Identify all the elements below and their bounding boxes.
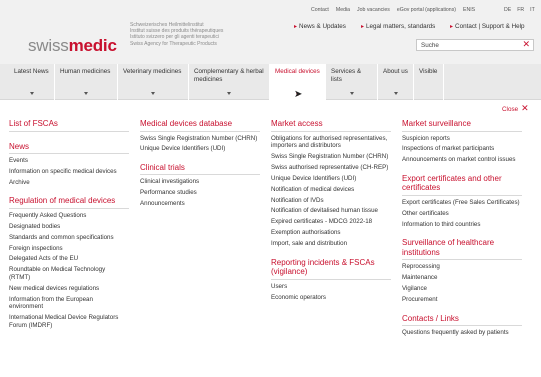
menu-link-procurement[interactable]: Procurement bbox=[402, 296, 522, 304]
menu-link-import-sale[interactable]: Import, sale and distribution bbox=[271, 240, 391, 248]
menu-heading-fscas[interactable]: List of FSCAs bbox=[9, 119, 129, 132]
close-menu-button[interactable]: Close ✕ bbox=[502, 103, 529, 114]
menu-link-delegated-acts[interactable]: Delegated Acts of the EU bbox=[9, 255, 121, 263]
clear-search-icon[interactable]: ✕ bbox=[522, 39, 530, 50]
menu-link-foreign-inspections[interactable]: Foreign inspections bbox=[9, 245, 121, 253]
menu-link-notification-devices[interactable]: Notification of medical devices bbox=[271, 186, 391, 194]
mouse-cursor-icon: ➤ bbox=[294, 89, 303, 100]
nav-tab-veterinary-medicines[interactable]: Veterinary medicines bbox=[118, 64, 189, 100]
menu-link-udi[interactable]: Unique Device Identifiers (UDI) bbox=[140, 145, 260, 153]
menu-link-suspicion-reports[interactable]: Suspicion reports bbox=[402, 135, 522, 143]
nav-tab-complementary-medicines[interactable]: Complementary & herbal medicines bbox=[189, 64, 270, 100]
menu-heading-news[interactable]: News bbox=[9, 142, 129, 154]
menu-link-new-regulations[interactable]: New medical devices regulations bbox=[9, 285, 121, 293]
menu-link-designated-bodies[interactable]: Designated bodies bbox=[9, 223, 121, 231]
menu-link-vigilance[interactable]: Vigilance bbox=[402, 285, 522, 293]
menu-link-faq[interactable]: Frequently Asked Questions bbox=[9, 212, 121, 220]
menu-link-users[interactable]: Users bbox=[271, 283, 391, 291]
chevron-down-icon bbox=[151, 92, 155, 95]
chevron-down-icon bbox=[349, 92, 354, 95]
menu-column-2: Medical devices database Swiss Single Re… bbox=[140, 119, 260, 211]
chevron-down-icon bbox=[393, 92, 398, 95]
menu-heading-vigilance[interactable]: Reporting incidents & FSCAs (vigilance) bbox=[271, 258, 391, 280]
arrow-right-icon: ▸ bbox=[294, 24, 298, 30]
menu-link-free-sales[interactable]: Export certificates (Free Sales Certific… bbox=[402, 199, 522, 207]
quicklink-legal[interactable]: ▸ Legal matters, standards bbox=[361, 23, 435, 30]
menu-link-third-countries[interactable]: Information to third countries bbox=[402, 221, 522, 229]
lang-it[interactable]: IT bbox=[530, 7, 535, 13]
lang-de[interactable]: DE bbox=[504, 7, 511, 13]
menu-link-reprocessing[interactable]: Reprocessing bbox=[402, 263, 522, 271]
service-link-jobs[interactable]: Job vacancies bbox=[357, 7, 390, 13]
main-navigation: Latest News Human medicines Veterinary m… bbox=[0, 64, 541, 101]
menu-link-announcements[interactable]: Announcements bbox=[140, 200, 260, 208]
service-link-contact[interactable]: Contact bbox=[311, 7, 329, 13]
menu-link-specific-devices[interactable]: Information on specific medical devices bbox=[9, 168, 121, 176]
nav-tab-services-lists[interactable]: Services & lists bbox=[326, 64, 378, 100]
quicklink-news[interactable]: ▸ News & Updates bbox=[294, 23, 346, 30]
menu-column-1: List of FSCAs News Events Information on… bbox=[9, 119, 129, 333]
menu-heading-market-surveillance[interactable]: Market surveillance bbox=[402, 119, 522, 132]
chevron-down-icon bbox=[29, 92, 34, 95]
arrow-right-icon: ▸ bbox=[450, 24, 454, 30]
menu-link-imdrf[interactable]: International Medical Device Regulators … bbox=[9, 314, 121, 329]
menu-link-chrn[interactable]: Swiss Single Registration Number (CHRN) bbox=[271, 153, 391, 161]
menu-heading-regulation[interactable]: Regulation of medical devices bbox=[9, 196, 129, 209]
menu-link-patient-faq[interactable]: Questions frequently asked by patients bbox=[402, 329, 522, 337]
menu-link-market-control[interactable]: Announcements on market control issues bbox=[402, 156, 522, 164]
menu-heading-database[interactable]: Medical devices database bbox=[140, 119, 260, 132]
menu-link-exemption-authorisations[interactable]: Exemption authorisations bbox=[271, 229, 391, 237]
menu-link-archive[interactable]: Archive bbox=[9, 179, 121, 187]
nav-tab-human-medicines[interactable]: Human medicines bbox=[55, 64, 118, 100]
search-input[interactable]: Suche ✕ bbox=[416, 39, 534, 51]
menu-link-expired-certificates[interactable]: Expired certificates - MDCG 2022-18 bbox=[271, 218, 391, 226]
nav-tab-latest-news[interactable]: Latest News bbox=[9, 64, 55, 100]
menu-link-events[interactable]: Events bbox=[9, 157, 121, 165]
menu-heading-contacts[interactable]: Contacts / Links bbox=[402, 314, 522, 327]
menu-link-devitalised-tissue[interactable]: Notification of devitalised human tissue bbox=[271, 207, 391, 215]
close-icon: ✕ bbox=[521, 103, 529, 113]
menu-link-other-certificates[interactable]: Other certificates bbox=[402, 210, 522, 218]
menu-column-3: Market access Obligations for authorised… bbox=[271, 119, 391, 304]
nav-tab-about-us[interactable]: About us bbox=[378, 64, 414, 100]
chevron-down-icon bbox=[84, 92, 88, 95]
menu-link-clinical-investigations[interactable]: Clinical investigations bbox=[140, 178, 260, 186]
menu-heading-market-access[interactable]: Market access bbox=[271, 119, 391, 132]
language-switcher: DE FR IT EN bbox=[504, 7, 541, 13]
agency-subtitle: Schweizerisches Heilmittelinstitut Insti… bbox=[130, 22, 224, 47]
menu-link-inspections[interactable]: Inspections of market participants bbox=[402, 145, 522, 153]
quicklink-contact[interactable]: ▸ Contact | Support & Help bbox=[450, 23, 525, 30]
menu-link-economic-operators[interactable]: Economic operators bbox=[271, 294, 391, 302]
menu-link-udi[interactable]: Unique Device Identifiers (UDI) bbox=[271, 175, 391, 183]
swissmedic-logo[interactable]: swissmedic bbox=[28, 36, 117, 56]
service-link-enis[interactable]: ENIS bbox=[463, 7, 475, 13]
service-link-media[interactable]: Media bbox=[336, 7, 350, 13]
menu-link-notification-ivds[interactable]: Notification of IVDs bbox=[271, 197, 391, 205]
menu-link-ch-rep[interactable]: Swiss authorised representative (CH-REP) bbox=[271, 164, 391, 172]
site-header: Contact Media Job vacancies eGov portal … bbox=[0, 0, 541, 64]
menu-heading-healthcare-institutions[interactable]: Surveillance of healthcare institutions bbox=[402, 238, 522, 261]
menu-link-chrn[interactable]: Swiss Single Registration Number (CHRN) bbox=[140, 135, 260, 143]
menu-link-obligations[interactable]: Obligations for authorised representativ… bbox=[271, 135, 391, 150]
menu-heading-clinical-trials[interactable]: Clinical trials bbox=[140, 163, 260, 176]
nav-tab-visible[interactable]: Visible bbox=[414, 64, 444, 100]
menu-link-rtmt[interactable]: Roundtable on Medical Technology (RTMT) bbox=[9, 266, 121, 281]
service-nav: Contact Media Job vacancies eGov portal … bbox=[311, 7, 475, 13]
menu-link-european-environment[interactable]: Information from the European environmen… bbox=[9, 296, 121, 311]
menu-heading-export-certificates[interactable]: Export certificates and other certificat… bbox=[402, 174, 522, 196]
menu-column-4: Market surveillance Suspicion reports In… bbox=[402, 119, 522, 340]
chevron-down-icon bbox=[227, 92, 231, 95]
menu-link-performance-studies[interactable]: Performance studies bbox=[140, 189, 260, 197]
arrow-right-icon: ▸ bbox=[361, 24, 365, 30]
lang-fr[interactable]: FR bbox=[517, 7, 524, 13]
service-link-egov[interactable]: eGov portal (applications) bbox=[397, 7, 456, 13]
menu-link-maintenance[interactable]: Maintenance bbox=[402, 274, 522, 282]
menu-link-standards[interactable]: Standards and common specifications bbox=[9, 234, 121, 242]
